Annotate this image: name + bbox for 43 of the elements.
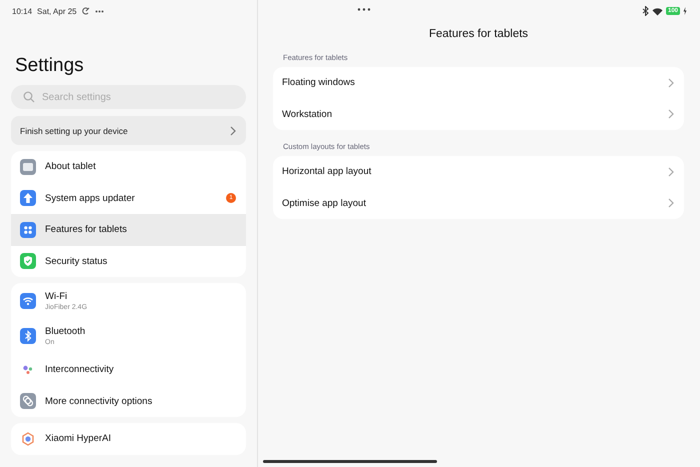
search-field[interactable]: Search settings bbox=[11, 85, 246, 109]
wifi-icon bbox=[20, 292, 36, 309]
settings-item[interactable]: Horizontal app layout bbox=[273, 156, 684, 188]
settings-item[interactable]: Features for tablets bbox=[11, 214, 246, 246]
status-time: 10:14 bbox=[12, 6, 32, 16]
settings-item[interactable]: Workstation bbox=[273, 98, 684, 130]
bluetooth-icon bbox=[642, 6, 649, 16]
ai-logo-icon bbox=[20, 430, 36, 447]
more-icon bbox=[357, 8, 371, 11]
item-label: More connectivity options bbox=[45, 396, 154, 407]
link-icon bbox=[20, 393, 36, 410]
item-label: Security status bbox=[45, 256, 108, 267]
item-label: Interconnectivity bbox=[45, 364, 115, 376]
more-icon bbox=[94, 10, 104, 12]
settings-item[interactable]: More connectivity options bbox=[11, 386, 246, 417]
grid-icon bbox=[20, 222, 36, 238]
chevron-right-icon bbox=[668, 198, 674, 208]
chevron-right-icon bbox=[668, 109, 674, 120]
settings-item[interactable]: Floating windows bbox=[273, 67, 684, 98]
settings-title: Settings bbox=[15, 55, 85, 77]
settings-item[interactable]: Xiaomi HyperAI bbox=[11, 423, 246, 454]
settings-item[interactable]: Interconnectivity bbox=[11, 354, 246, 386]
chevron-right-icon bbox=[230, 126, 236, 136]
chevron-right-icon bbox=[668, 78, 674, 88]
shield-icon bbox=[20, 253, 36, 270]
item-label: System apps updater bbox=[45, 192, 136, 204]
item-label: Features for tablets bbox=[45, 224, 128, 236]
item-label: About tablet bbox=[45, 161, 97, 172]
item-label: Bluetooth bbox=[45, 326, 86, 338]
chevron-right-icon bbox=[668, 166, 674, 177]
tablet-icon bbox=[20, 158, 36, 175]
settings-item[interactable]: About tablet bbox=[11, 151, 246, 182]
wifi-signal-icon bbox=[652, 6, 663, 16]
page-title: Features for tablets bbox=[428, 28, 530, 40]
bluetooth-icon bbox=[20, 328, 36, 344]
notification-icon bbox=[82, 7, 90, 15]
status-date: Sat, Apr 25 bbox=[37, 6, 77, 16]
settings-item[interactable]: Security status bbox=[11, 246, 246, 277]
settings-item[interactable]: Optimise app layout bbox=[273, 188, 684, 219]
setup-banner[interactable]: Finish setting up your device bbox=[11, 116, 246, 145]
item-label: Xiaomi HyperAI bbox=[45, 433, 112, 444]
item-label: Wi-Fi bbox=[45, 290, 68, 302]
charging-icon bbox=[683, 7, 687, 15]
